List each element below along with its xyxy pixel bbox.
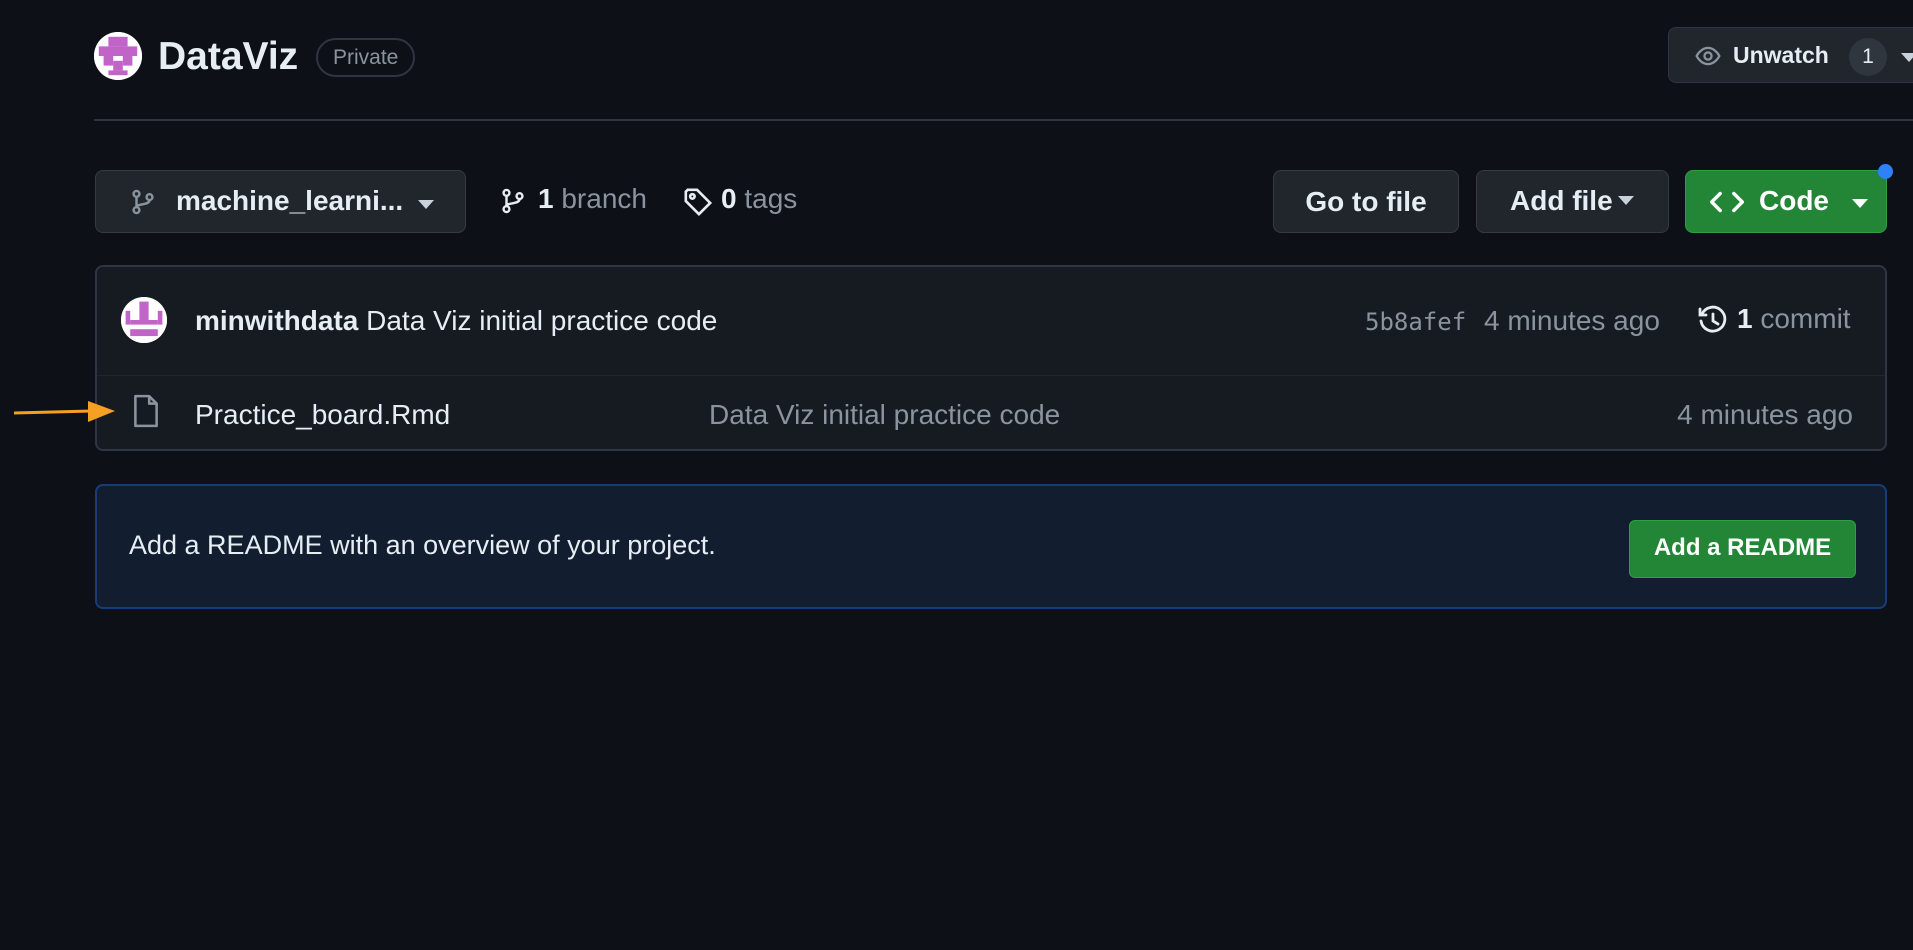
commit-history-link[interactable]: 1 commit (1697, 303, 1851, 335)
code-icon (1710, 188, 1744, 223)
latest-commit-row: minwithdata Data Viz initial practice co… (97, 267, 1885, 376)
branch-selector-button[interactable]: machine_learni... (95, 170, 466, 233)
commit-author-avatar[interactable] (121, 297, 167, 343)
tag-count: 0 (721, 183, 737, 214)
commit-sha[interactable]: 5b8afef (1365, 308, 1466, 336)
branch-count: 1 (538, 183, 554, 214)
chevron-down-icon (1852, 199, 1868, 208)
add-file-label: Add file (1510, 185, 1613, 216)
branch-label: branch (561, 183, 647, 214)
code-label: Code (1759, 185, 1829, 216)
branch-name: machine_learni... (176, 185, 404, 216)
file-table: minwithdata Data Viz initial practice co… (95, 265, 1887, 451)
readme-prompt-box: Add a README with an overview of your pr… (95, 484, 1887, 609)
unwatch-button[interactable]: Unwatch 1 (1668, 27, 1913, 83)
add-file-button[interactable]: Add file (1476, 170, 1669, 233)
chevron-down-icon (1618, 196, 1634, 205)
git-branch-icon (130, 188, 156, 223)
go-to-file-button[interactable]: Go to file (1273, 170, 1459, 233)
file-time: 4 minutes ago (1677, 399, 1853, 430)
chevron-down-icon (418, 200, 434, 209)
tag-icon (683, 187, 713, 224)
commit-message[interactable]: Data Viz initial practice code (366, 305, 717, 336)
add-readme-button[interactable]: Add a README (1629, 520, 1856, 578)
commit-time: 4 minutes ago (1484, 305, 1660, 336)
branches-link[interactable]: 1 branch (500, 183, 647, 215)
notification-dot (1878, 164, 1893, 179)
file-commit-message[interactable]: Data Viz initial practice code (709, 399, 1060, 431)
file-icon (131, 394, 161, 433)
commit-count: 1 (1737, 303, 1753, 334)
visibility-badge: Private (316, 38, 416, 77)
annotation-arrow (13, 399, 116, 430)
chevron-down-icon[interactable] (1901, 53, 1913, 62)
header-divider (94, 119, 1913, 121)
file-row[interactable]: Practice_board.Rmd Data Viz initial prac… (97, 375, 1885, 451)
file-name[interactable]: Practice_board.Rmd (195, 399, 450, 431)
code-button[interactable]: Code (1685, 170, 1887, 233)
repo-name[interactable]: DataViz (158, 34, 298, 80)
tag-label: tags (744, 183, 798, 214)
readme-prompt-text: Add a README with an overview of your pr… (129, 530, 716, 560)
commit-label: commit (1760, 303, 1851, 334)
tags-link[interactable]: 0 tags (683, 183, 798, 217)
eye-icon (1693, 43, 1723, 74)
git-branch-icon (500, 187, 526, 222)
watchers-count: 1 (1849, 38, 1887, 76)
history-icon (1697, 305, 1729, 344)
commit-author[interactable]: minwithdata (195, 305, 358, 336)
unwatch-label: Unwatch (1733, 42, 1829, 68)
repo-owner-avatar[interactable] (94, 32, 142, 80)
